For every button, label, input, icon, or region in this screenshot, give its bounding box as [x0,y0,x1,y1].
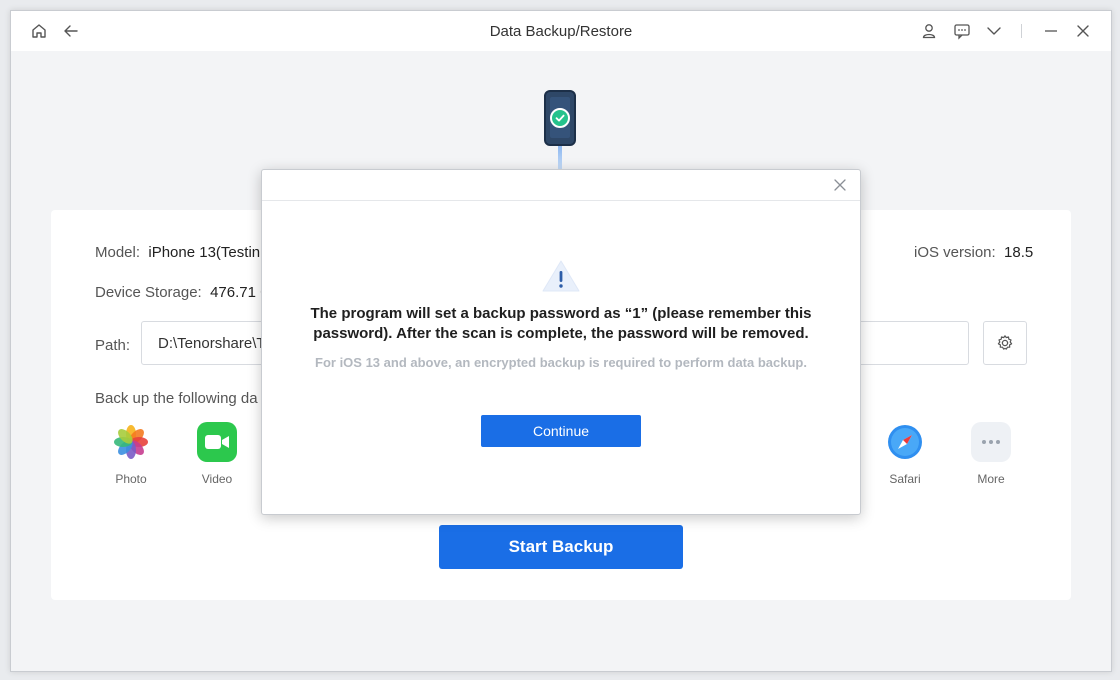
app-window: Data Backup/Restore Model: iPhone 13(Tes… [10,10,1112,672]
warning-icon [540,258,582,294]
dialog-note: For iOS 13 and above, an encrypted backu… [315,355,807,370]
backup-password-dialog: The program will set a backup password a… [261,169,861,515]
dialog-close-icon[interactable] [832,177,848,193]
continue-button[interactable]: Continue [481,415,641,447]
dialog-header [262,170,860,201]
dialog-message: The program will set a backup password a… [310,305,812,342]
